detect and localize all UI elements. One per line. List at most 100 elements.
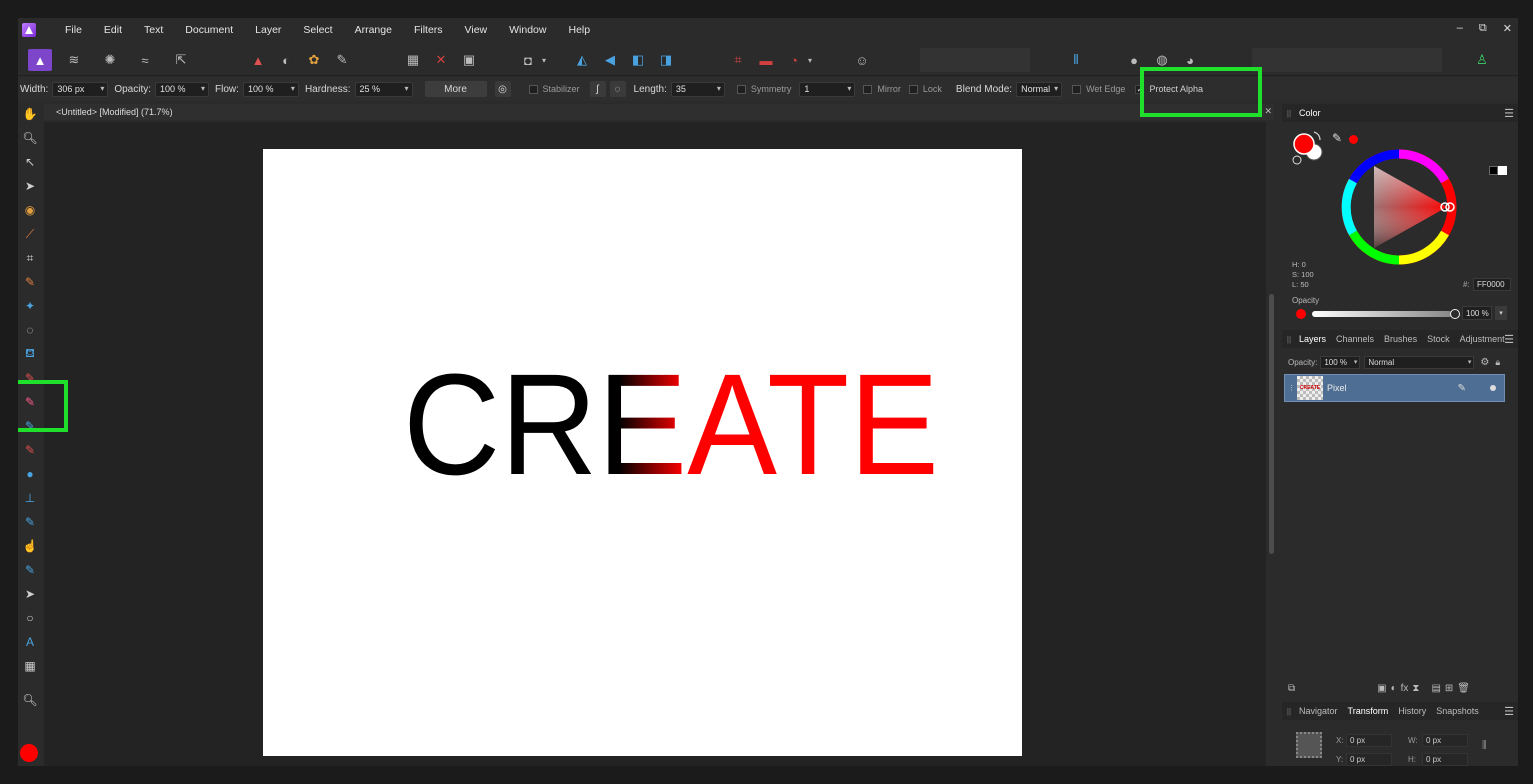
levels-icon[interactable]: ▲ <box>246 49 270 71</box>
canvas-area[interactable]: CREATE <box>44 122 1266 766</box>
marquee-tool-icon[interactable]: ◌ <box>22 322 38 338</box>
panel-menu-icon[interactable]: ☰ <box>1504 705 1514 718</box>
link-icon[interactable]: ⫼ <box>1482 740 1487 751</box>
tab-adjustment[interactable]: Adjustment <box>1455 334 1510 344</box>
select-all-icon[interactable]: ▦ <box>401 49 425 71</box>
panel-menu-icon[interactable]: ☰ <box>1504 333 1514 346</box>
menu-view[interactable]: View <box>454 24 499 36</box>
flip-vertical-icon[interactable]: ◀ <box>598 49 622 71</box>
panel-menu-icon[interactable]: ☰ <box>1504 107 1514 120</box>
deselect-icon[interactable]: ✕ <box>429 49 453 71</box>
menu-select[interactable]: Select <box>292 24 343 36</box>
hourglass-icon[interactable]: ⧗ <box>1412 683 1419 694</box>
quick-mask-dropdown-icon[interactable]: ▾ <box>538 49 550 71</box>
color-picker-tool-icon[interactable]: ◉ <box>22 202 38 218</box>
lock-icon[interactable]: 🔒︎ <box>1495 357 1500 368</box>
tab-transform[interactable]: Transform <box>1343 706 1394 716</box>
develop-persona-icon[interactable]: ✺ <box>98 49 122 71</box>
width-field[interactable]: 306 px ▾ <box>52 81 109 97</box>
brush-sample-tool-icon[interactable]: ⟋ <box>22 226 38 242</box>
rope-mode-icon[interactable]: ʃ <box>589 81 606 97</box>
x-field[interactable]: 0 px <box>1346 734 1392 747</box>
lock-checkbox[interactable] <box>908 84 918 94</box>
tab-channels[interactable]: Channels <box>1331 334 1379 344</box>
tab-layers[interactable]: Layers <box>1294 334 1331 344</box>
export-persona-icon[interactable]: ⇱ <box>169 49 193 71</box>
color-opacity-input[interactable]: 100 % <box>1462 306 1492 320</box>
protect-alpha-checkbox[interactable]: ✓ <box>1135 84 1145 94</box>
grip-icon[interactable]: || <box>1284 335 1294 344</box>
stabilizer-checkbox[interactable] <box>528 84 538 94</box>
liquify-persona-icon[interactable]: ≋ <box>62 49 86 71</box>
mask-layer-icon[interactable]: ▣ <box>1377 683 1386 694</box>
length-field[interactable]: 35 ▾ <box>670 81 725 97</box>
layer-styles-icon[interactable]: ⧉ <box>1288 683 1295 694</box>
tab-color[interactable]: Color <box>1294 108 1326 118</box>
auto-contrast-icon[interactable]: ◐ <box>274 49 298 71</box>
tone-mapping-persona-icon[interactable]: ≈ <box>133 49 157 71</box>
assistant-icon[interactable]: ◔ <box>782 49 806 71</box>
grip-icon[interactable]: || <box>1284 707 1294 716</box>
mesh-warp-tool-icon[interactable]: ▦ <box>22 658 38 674</box>
zoom-tool-icon[interactable]: 🔍︎ <box>22 130 38 146</box>
symmetry-count-field[interactable]: 1 ▾ <box>799 81 856 97</box>
menu-filters[interactable]: Filters <box>403 24 454 36</box>
quick-mask-icon[interactable]: ◘ <box>516 49 540 71</box>
chevron-down-icon[interactable]: ▾ <box>1495 306 1507 320</box>
delete-layer-icon[interactable]: 🗑︎ <box>1457 683 1470 694</box>
tab-history[interactable]: History <box>1393 706 1431 716</box>
add-group-icon[interactable]: ▤ <box>1431 683 1440 694</box>
layer-name[interactable]: Pixel <box>1327 383 1347 393</box>
color-swatches-pair[interactable] <box>1288 128 1328 168</box>
flip-horizontal-icon[interactable]: ◭ <box>570 49 594 71</box>
erase-brush-tool-icon[interactable]: ✎ <box>22 442 38 458</box>
photo-persona-icon[interactable]: ▲ <box>28 49 52 71</box>
menu-help[interactable]: Help <box>557 24 601 36</box>
white-swatch[interactable] <box>1498 166 1507 175</box>
document-canvas[interactable]: CREATE <box>263 149 1022 756</box>
black-swatch[interactable] <box>1489 166 1498 175</box>
hand-tool-icon[interactable]: ✋ <box>22 106 38 122</box>
primary-color-swatch[interactable] <box>20 744 38 762</box>
user-account-icon[interactable]: ♙ <box>1470 49 1494 71</box>
flood-fill-tool-icon[interactable]: ⛾ <box>22 346 38 362</box>
tab-navigator[interactable]: Navigator <box>1294 706 1343 716</box>
brush-settings-icon[interactable]: ◎ <box>494 81 511 97</box>
flood-select-tool-icon[interactable]: ✦ <box>22 298 38 314</box>
smudge-brush-tool-icon[interactable]: ☝ <box>22 538 38 554</box>
document-tab[interactable]: <Untitled> [Modified] (71.7%) ✕ <box>44 104 1274 120</box>
opacity-slider[interactable] <box>1312 311 1452 317</box>
rotate-left-icon[interactable]: ◧ <box>626 49 650 71</box>
dodge-tool-icon[interactable]: ● <box>22 466 38 482</box>
opacity-slider-handle[interactable] <box>1450 309 1460 319</box>
gradient-tool-icon[interactable]: ✎ <box>22 370 38 386</box>
selection-brush-tool-icon[interactable]: ✎ <box>22 274 38 290</box>
blend-mode-field[interactable]: Normal ▾ <box>1016 81 1063 97</box>
wet-edges-checkbox[interactable] <box>1072 84 1082 94</box>
ellipse-tool-icon[interactable]: ○ <box>22 610 38 626</box>
pixel-tool-icon[interactable]: ✎ <box>22 418 38 434</box>
hsl-color-wheel[interactable] <box>1338 146 1460 268</box>
menu-arrange[interactable]: Arrange <box>344 24 403 36</box>
force-pixel-alignment-icon[interactable]: ▬ <box>754 49 778 71</box>
add-pixel-layer-icon[interactable]: ⊞ <box>1445 683 1453 694</box>
symmetry-checkbox[interactable] <box>736 84 746 94</box>
rotate-right-icon[interactable]: ◨ <box>654 49 678 71</box>
grip-icon[interactable]: || <box>1284 109 1294 118</box>
crop-tool-icon[interactable]: ⌗ <box>22 250 38 266</box>
h-field[interactable]: 0 px <box>1422 753 1468 766</box>
snapping-icon[interactable]: ⌗ <box>726 49 750 71</box>
tab-brushes[interactable]: Brushes <box>1379 334 1422 344</box>
menu-document[interactable]: Document <box>174 24 244 36</box>
auto-white-balance-icon[interactable]: ✎ <box>330 49 354 71</box>
clone-brush-tool-icon[interactable]: ⊥ <box>22 490 38 506</box>
hex-input[interactable]: FF0000 <box>1473 278 1511 291</box>
layer-expand-icon[interactable]: ⋮ <box>1288 384 1295 392</box>
artistic-text-tool-icon[interactable]: A <box>22 634 38 650</box>
gear-icon[interactable]: ⚙ <box>1480 357 1489 368</box>
assistant-dropdown-icon[interactable]: ▾ <box>804 49 816 71</box>
window-mode-icon[interactable]: ◌ <box>609 81 626 97</box>
tab-snapshots[interactable]: Snapshots <box>1431 706 1484 716</box>
opacity-field[interactable]: 100 % ▾ <box>155 81 210 97</box>
vertical-scrollbar[interactable] <box>1268 124 1276 764</box>
